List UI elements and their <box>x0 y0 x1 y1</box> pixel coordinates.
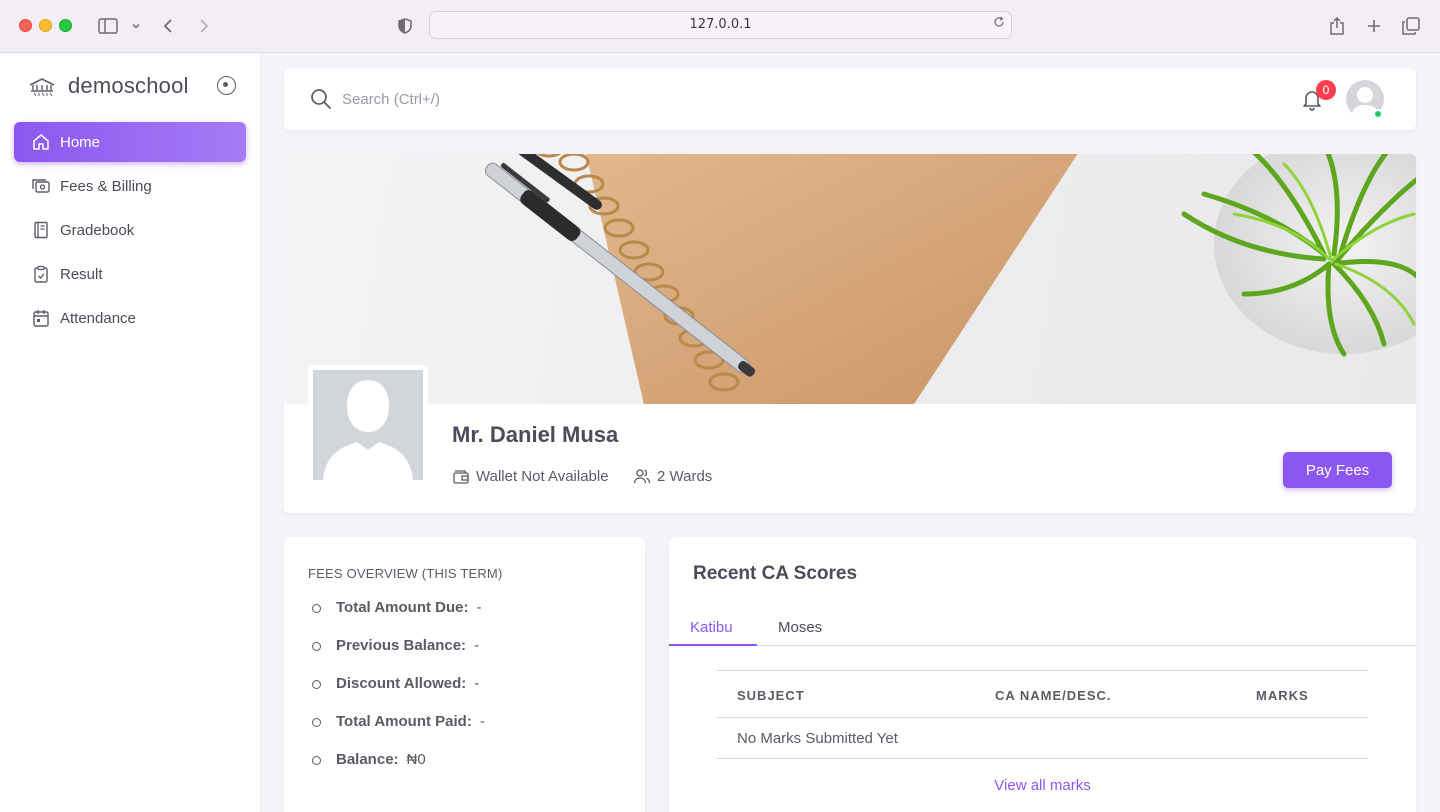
view-all-marks-link[interactable]: View all marks <box>669 777 1416 794</box>
fees-item-discount: Discount Allowed: - <box>312 675 485 713</box>
fees-overview-list: Total Amount Due: - Previous Balance: - … <box>312 599 485 789</box>
school-logo-icon <box>29 78 55 97</box>
online-status-indicator <box>1373 109 1383 119</box>
ca-scores-table: SUBJECT CA NAME/DESC. MARKS No Marks Sub… <box>716 670 1368 759</box>
search-icon[interactable] <box>310 88 332 110</box>
tab-moses[interactable]: Moses <box>778 619 822 636</box>
ward-tabs: Katibu Moses <box>669 609 1416 646</box>
column-header-ca-name: CA NAME/DESC. <box>995 688 1112 703</box>
sidebar-toggle-icon[interactable] <box>96 14 120 38</box>
tab-katibu[interactable]: Katibu <box>690 619 733 636</box>
fees-item-value: - <box>474 675 480 692</box>
users-icon <box>633 469 651 484</box>
wallet-icon <box>453 470 469 484</box>
fees-item-value: ₦0 <box>406 751 426 768</box>
url-text: 127.0.0.1 <box>689 17 752 32</box>
circle-bullet-icon <box>312 756 321 765</box>
default-person-icon <box>323 380 413 480</box>
fees-item-label: Previous Balance: <box>336 637 467 654</box>
recent-ca-scores-card: Recent CA Scores Katibu Moses SUBJECT CA… <box>669 537 1416 812</box>
fees-item-value: - <box>474 637 480 654</box>
address-bar[interactable]: 127.0.0.1 <box>429 11 1012 39</box>
wallet-status-text: Wallet Not Available <box>476 467 609 485</box>
sidebar-item-label: Result <box>60 265 103 283</box>
search-input[interactable] <box>342 86 742 112</box>
circle-bullet-icon <box>312 680 321 689</box>
new-tab-icon[interactable] <box>1362 14 1386 38</box>
sidebar-item-label: Gradebook <box>60 221 135 239</box>
fees-item-label: Total Amount Due: <box>336 599 469 616</box>
sidebar-item-label: Attendance <box>60 309 136 327</box>
fees-item-value: - <box>476 599 482 616</box>
sidebar-collapse-toggle[interactable] <box>217 76 236 95</box>
wards-count-text: 2 Wards <box>657 467 713 485</box>
fees-item-label: Balance: <box>336 751 399 768</box>
close-window-button[interactable] <box>19 19 32 32</box>
table-header: SUBJECT CA NAME/DESC. MARKS <box>716 670 1368 718</box>
billing-icon <box>32 177 50 195</box>
gradebook-icon <box>32 221 50 239</box>
column-header-subject: SUBJECT <box>737 688 805 703</box>
clipboard-icon <box>32 265 50 283</box>
sidebar-item-label: Home <box>60 133 101 151</box>
sidebar-nav: Home Fees & Billing Gradebook Result Att… <box>14 122 246 342</box>
wallet-status: Wallet Not Available <box>452 467 609 485</box>
profile-banner-image <box>284 154 1416 404</box>
wards-count: 2 Wards <box>633 467 712 485</box>
fees-item-value: - <box>479 713 485 730</box>
top-navbar: 0 <box>284 68 1416 130</box>
notification-count-badge: 0 <box>1316 80 1336 100</box>
sidebar-item-fees-billing[interactable]: Fees & Billing <box>14 166 246 206</box>
reload-icon[interactable] <box>993 12 1005 38</box>
fees-item-total-paid: Total Amount Paid: - <box>312 713 485 751</box>
home-icon <box>32 133 50 151</box>
sidebar-item-home[interactable]: Home <box>14 122 246 162</box>
zoom-window-button[interactable] <box>59 19 72 32</box>
fees-overview-title: FEES OVERVIEW (THIS TERM) <box>308 566 503 581</box>
profile-card: Mr. Daniel Musa Wallet Not Available 2 W… <box>284 154 1416 513</box>
brand[interactable]: demoschool <box>28 72 189 100</box>
sidebar: demoschool Home Fees & Billing Gradebook <box>0 53 261 812</box>
minimize-window-button[interactable] <box>39 19 52 32</box>
profile-name: Mr. Daniel Musa <box>452 422 619 447</box>
fees-item-label: Total Amount Paid: <box>336 713 472 730</box>
ca-scores-title: Recent CA Scores <box>693 563 858 584</box>
circle-bullet-icon <box>312 604 321 613</box>
pay-fees-button[interactable]: Pay Fees <box>1283 452 1392 488</box>
circle-bullet-icon <box>312 718 321 727</box>
fees-item-previous-balance: Previous Balance: - <box>312 637 485 675</box>
fees-item-total-due: Total Amount Due: - <box>312 599 485 637</box>
brand-name: demoschool <box>68 73 189 98</box>
tab-overview-icon[interactable] <box>1399 14 1423 38</box>
profile-photo[interactable] <box>313 370 423 480</box>
forward-icon[interactable] <box>192 14 216 38</box>
calendar-icon <box>32 309 50 327</box>
empty-table-message: No Marks Submitted Yet <box>737 730 898 747</box>
table-row: No Marks Submitted Yet <box>716 718 1368 759</box>
fees-overview-card: FEES OVERVIEW (THIS TERM) Total Amount D… <box>284 537 645 812</box>
active-tab-indicator <box>669 644 757 646</box>
chevron-down-icon[interactable] <box>124 14 148 38</box>
circle-bullet-icon <box>312 642 321 651</box>
fees-item-balance: Balance: ₦0 <box>312 751 485 789</box>
column-header-marks: MARKS <box>1256 688 1309 703</box>
privacy-shield-icon[interactable] <box>393 14 417 38</box>
profile-photo-frame <box>308 365 428 485</box>
browser-toolbar: 127.0.0.1 <box>0 0 1440 53</box>
back-icon[interactable] <box>156 14 180 38</box>
share-icon[interactable] <box>1325 14 1349 38</box>
sidebar-item-result[interactable]: Result <box>14 254 246 294</box>
sidebar-item-attendance[interactable]: Attendance <box>14 298 246 338</box>
fees-item-label: Discount Allowed: <box>336 675 467 692</box>
sidebar-item-label: Fees & Billing <box>60 177 152 195</box>
sidebar-item-gradebook[interactable]: Gradebook <box>14 210 246 250</box>
